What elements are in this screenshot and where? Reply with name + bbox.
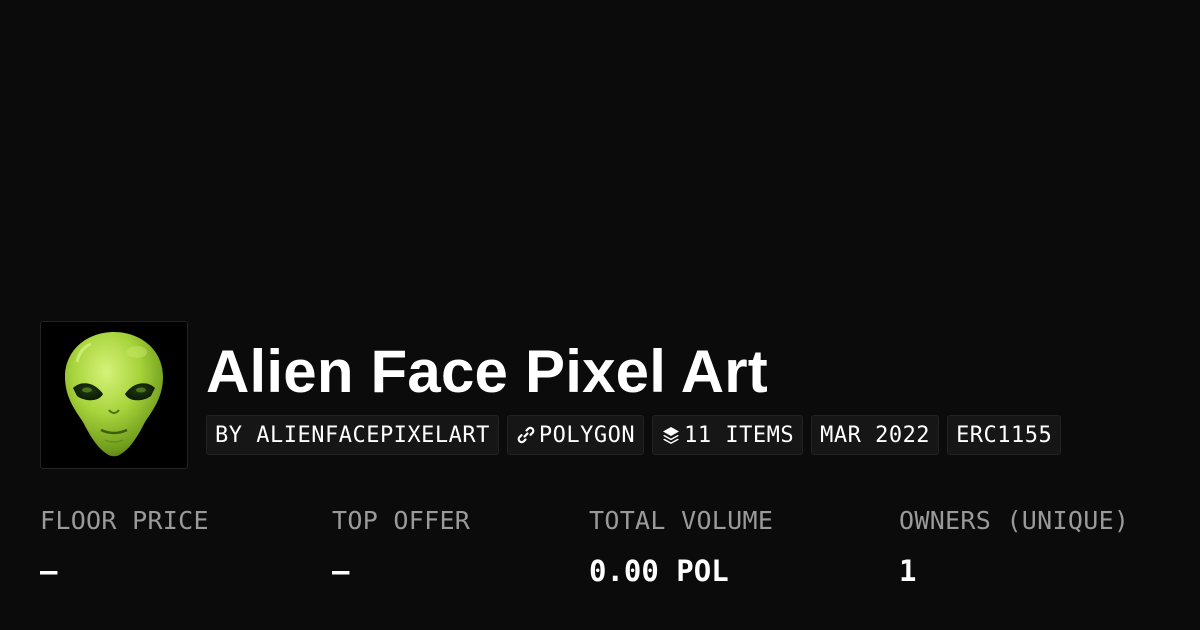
chain-tag[interactable]: POLYGON [506, 415, 645, 455]
creator-tag-label: BY ALIENFACEPIXELART [215, 422, 490, 448]
collection-tags: BY ALIENFACEPIXELART POLYGON 11 ITEMS MA… [206, 415, 1062, 455]
chain-tag-label: POLYGON [538, 422, 636, 448]
date-tag: MAR 2022 [811, 415, 940, 455]
stat-top-offer-value: – [332, 554, 350, 588]
collection-title: Alien Face Pixel Art [206, 338, 768, 405]
stat-owners: OWNERS (UNIQUE) 1 [899, 503, 1129, 589]
stat-owners-value: 1 [899, 554, 917, 588]
standard-tag-label: ERC1155 [956, 422, 1053, 448]
stat-floor-price: FLOOR PRICE – [40, 503, 209, 589]
stat-top-offer: TOP OFFER – [332, 503, 470, 589]
collection-card: Alien Face Pixel Art BY ALIENFACEPIXELAR… [0, 0, 1200, 630]
stat-owners-label: OWNERS (UNIQUE) [899, 506, 1130, 535]
stat-top-offer-label: TOP OFFER [332, 506, 471, 535]
stat-total-volume: TOTAL VOLUME 0.00 POL [589, 503, 773, 589]
items-tag[interactable]: 11 ITEMS [652, 415, 804, 455]
alien-face-icon [65, 332, 163, 457]
standard-tag: ERC1155 [947, 415, 1062, 455]
stat-floor-price-value: – [40, 554, 58, 588]
collection-stats: FLOOR PRICE – TOP OFFER – TOTAL VOLUME 0… [0, 503, 1200, 603]
creator-tag[interactable]: BY ALIENFACEPIXELART [206, 415, 499, 455]
layers-icon [661, 425, 681, 445]
stat-floor-price-label: FLOOR PRICE [40, 506, 209, 535]
chain-link-icon [516, 425, 536, 445]
items-tag-label: 11 ITEMS [684, 422, 795, 448]
date-tag-label: MAR 2022 [820, 422, 931, 448]
stat-total-volume-value: 0.00 POL [589, 554, 729, 588]
collection-avatar[interactable] [40, 321, 188, 469]
stat-total-volume-label: TOTAL VOLUME [589, 506, 774, 535]
